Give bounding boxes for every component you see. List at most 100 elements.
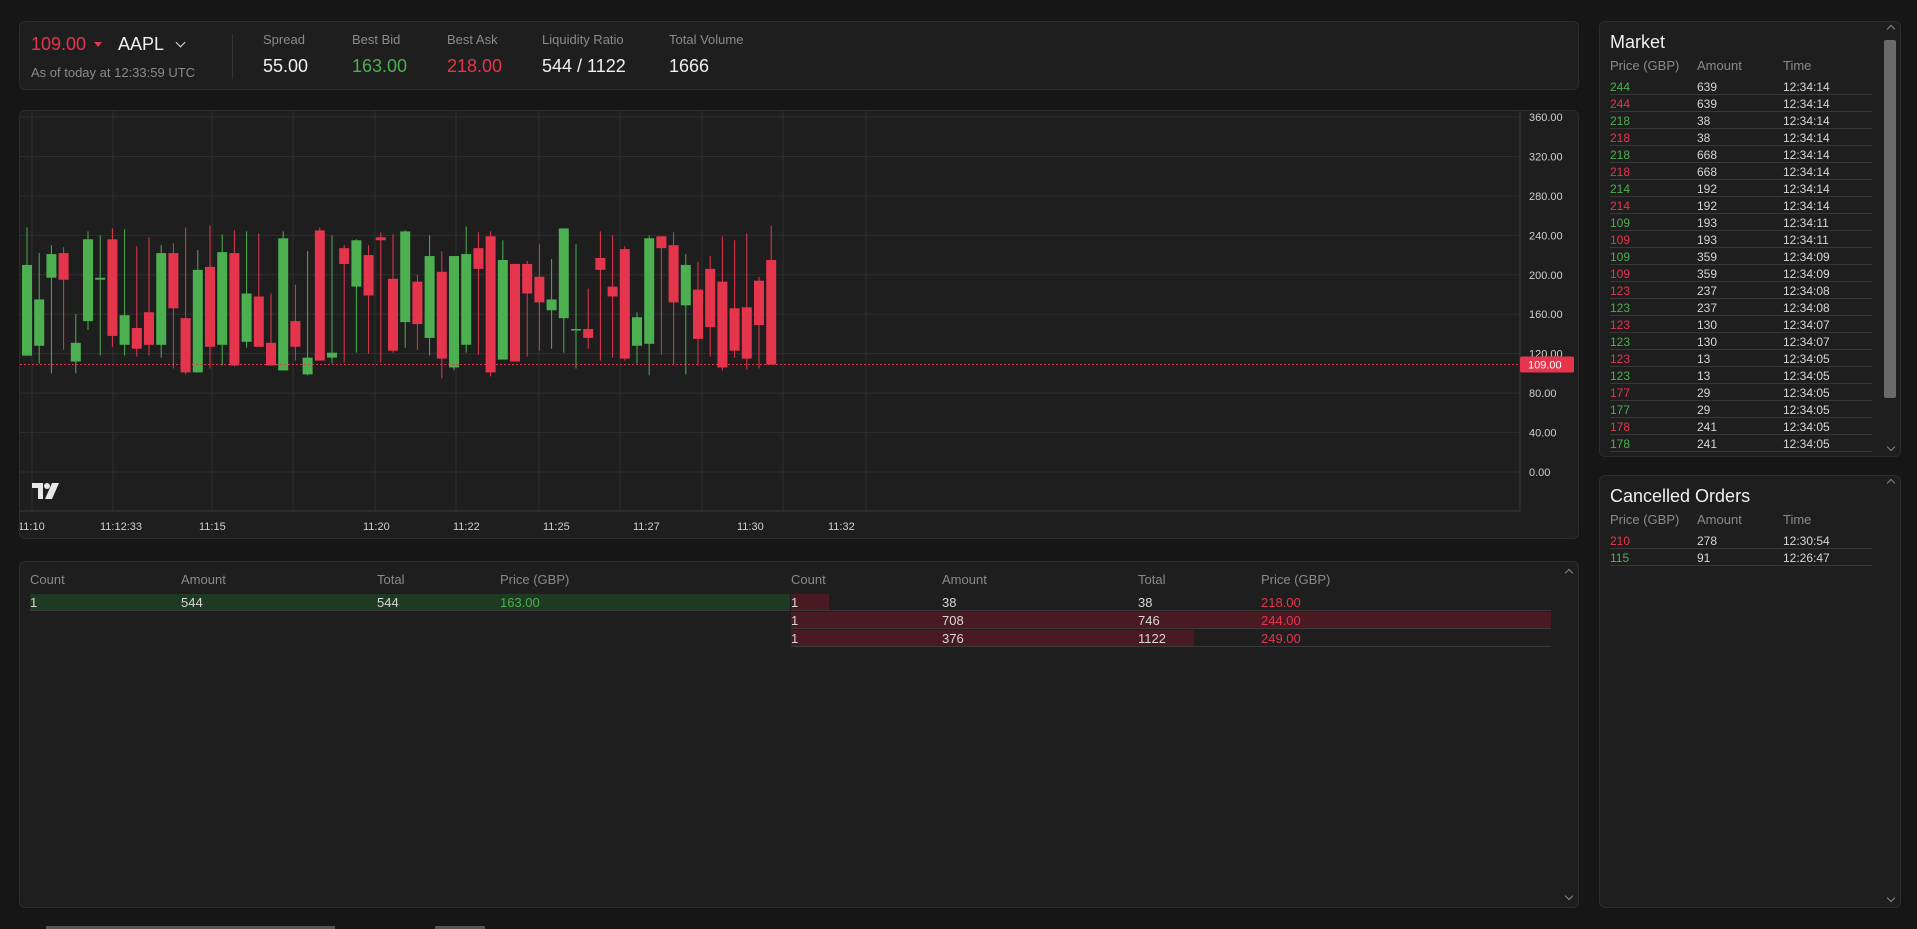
ask-row[interactable]: 1 38 38 218.00 <box>791 594 1551 611</box>
column-header-price: Price (GBP) <box>1610 512 1680 527</box>
trade-row[interactable]: 214 192 12:34:14 <box>1610 180 1872 197</box>
x-tick-label: 11:30 <box>737 521 764 533</box>
trade-row[interactable]: 109 193 12:34:11 <box>1610 214 1872 231</box>
trade-time: 12:34:05 <box>1783 352 1830 366</box>
candlestick-chart[interactable]: 360.00320.00280.00240.00200.00160.00120.… <box>20 111 1579 539</box>
trade-amount: 29 <box>1697 403 1711 417</box>
trade-row[interactable]: 109 359 12:34:09 <box>1610 265 1872 282</box>
trade-amount: 29 <box>1697 386 1711 400</box>
candle-body <box>607 286 618 297</box>
trade-row[interactable]: 123 237 12:34:08 <box>1610 282 1872 299</box>
trade-time: 12:34:07 <box>1783 318 1830 332</box>
trade-row[interactable]: 123 130 12:34:07 <box>1610 333 1872 350</box>
bid-depth-bar <box>30 594 790 610</box>
trade-price: 109 <box>1610 216 1631 230</box>
candle-body <box>253 296 264 347</box>
ask-total: 746 <box>1138 613 1160 628</box>
candle-body <box>34 299 45 346</box>
trade-row[interactable]: 218 38 12:34:14 <box>1610 129 1872 146</box>
trade-time: 12:34:05 <box>1783 369 1830 383</box>
scrollbar-thumb[interactable] <box>1884 40 1896 398</box>
candle-body <box>412 281 423 325</box>
trade-row[interactable]: 244 639 12:34:14 <box>1610 78 1872 95</box>
bid-count: 1 <box>30 595 38 610</box>
scroll-down-icon[interactable] <box>1886 442 1896 452</box>
scroll-up-icon[interactable] <box>1886 478 1896 488</box>
price-down-caret-icon <box>94 42 102 47</box>
trade-price: 178 <box>1610 437 1631 451</box>
trade-row[interactable]: 123 13 12:34:05 <box>1610 367 1872 384</box>
trade-time: 12:34:14 <box>1783 80 1830 94</box>
trade-amount: 241 <box>1697 420 1718 434</box>
scroll-up-icon[interactable] <box>1564 568 1574 578</box>
y-tick-label: 320.00 <box>1529 151 1563 163</box>
symbol-selector[interactable]: AAPL <box>118 34 164 55</box>
trade-amount: 237 <box>1697 301 1718 315</box>
trade-time: 12:34:14 <box>1783 148 1830 162</box>
trade-price: 177 <box>1610 403 1631 417</box>
stat-best-ask: Best Ask 218.00 <box>447 32 502 77</box>
candle-body <box>461 254 472 345</box>
scroll-down-icon[interactable] <box>1564 891 1574 901</box>
stat-best-bid: Best Bid 163.00 <box>352 32 407 77</box>
stat-label: Liquidity Ratio <box>542 32 624 47</box>
ask-count: 1 <box>791 631 799 646</box>
candle-body <box>119 315 130 345</box>
trade-row[interactable]: 109 359 12:34:09 <box>1610 248 1872 265</box>
candle-body <box>375 237 386 241</box>
trade-time: 12:34:05 <box>1783 420 1830 434</box>
bid-row[interactable]: 1 544 544 163.00 <box>30 594 790 611</box>
trade-row[interactable]: 115 91 12:26:47 <box>1610 549 1872 566</box>
column-header-count: Count <box>30 572 65 587</box>
trade-price: 214 <box>1610 182 1631 196</box>
price-chart[interactable]: 360.00 320.00 280.00 240.00 200.00 160.00 120.… <box>19 110 1579 539</box>
trade-row[interactable]: 123 130 12:34:07 <box>1610 316 1872 333</box>
trade-amount: 359 <box>1697 267 1718 281</box>
trade-time: 12:34:09 <box>1783 250 1830 264</box>
trade-amount: 668 <box>1697 165 1718 179</box>
trade-row[interactable]: 178 241 12:34:05 <box>1610 435 1872 452</box>
trade-row[interactable]: 218 668 12:34:14 <box>1610 163 1872 180</box>
trade-row[interactable]: 123 237 12:34:08 <box>1610 299 1872 316</box>
trade-row[interactable]: 177 29 12:34:05 <box>1610 401 1872 418</box>
scroll-down-icon[interactable] <box>1886 893 1896 903</box>
ask-count: 1 <box>791 595 799 610</box>
tradingview-logo-icon[interactable] <box>32 483 62 501</box>
market-trades-panel: Market Price (GBP) Amount Time 244 639 12:… <box>1599 21 1901 457</box>
trade-amount: 130 <box>1697 318 1718 332</box>
ask-row[interactable]: 1 708 746 244.00 <box>791 612 1551 629</box>
ask-row[interactable]: 1 376 1122 249.00 <box>791 630 1551 647</box>
trade-row[interactable]: 210 278 12:30:54 <box>1610 532 1872 549</box>
stat-label: Best Ask <box>447 32 498 47</box>
last-price-label: 109.00 <box>1528 360 1562 372</box>
candle-body <box>400 231 411 323</box>
trade-price: 177 <box>1610 386 1631 400</box>
trade-price: 123 <box>1610 335 1631 349</box>
candle-body <box>754 280 764 326</box>
stat-liquidity-ratio: Liquidity Ratio 544 / 1122 <box>542 32 626 77</box>
trade-row[interactable]: 123 13 12:34:05 <box>1610 350 1872 367</box>
trade-row[interactable]: 109 193 12:34:11 <box>1610 231 1872 248</box>
trade-amount: 639 <box>1697 97 1718 111</box>
scroll-up-icon[interactable] <box>1886 24 1896 34</box>
column-header-price: Price (GBP) <box>500 572 570 587</box>
trade-row[interactable]: 244 639 12:34:14 <box>1610 95 1872 112</box>
stat-value: 1666 <box>669 56 710 76</box>
trade-price: 123 <box>1610 301 1631 315</box>
trade-price: 109 <box>1610 250 1631 264</box>
ask-count: 1 <box>791 613 799 628</box>
trade-row[interactable]: 177 29 12:34:05 <box>1610 384 1872 401</box>
candle-body <box>192 269 203 373</box>
trade-row[interactable]: 178 241 12:34:05 <box>1610 418 1872 435</box>
trade-price: 214 <box>1610 199 1631 213</box>
trade-amount: 278 <box>1697 534 1718 548</box>
trade-price: 123 <box>1610 352 1631 366</box>
candle-body <box>339 248 350 264</box>
trade-row[interactable]: 218 38 12:34:14 <box>1610 112 1872 129</box>
trade-time: 12:34:08 <box>1783 301 1830 315</box>
candle-body <box>205 266 215 347</box>
trade-amount: 359 <box>1697 250 1718 264</box>
chevron-down-icon[interactable] <box>175 37 186 48</box>
trade-row[interactable]: 218 668 12:34:14 <box>1610 146 1872 163</box>
trade-row[interactable]: 214 192 12:34:14 <box>1610 197 1872 214</box>
